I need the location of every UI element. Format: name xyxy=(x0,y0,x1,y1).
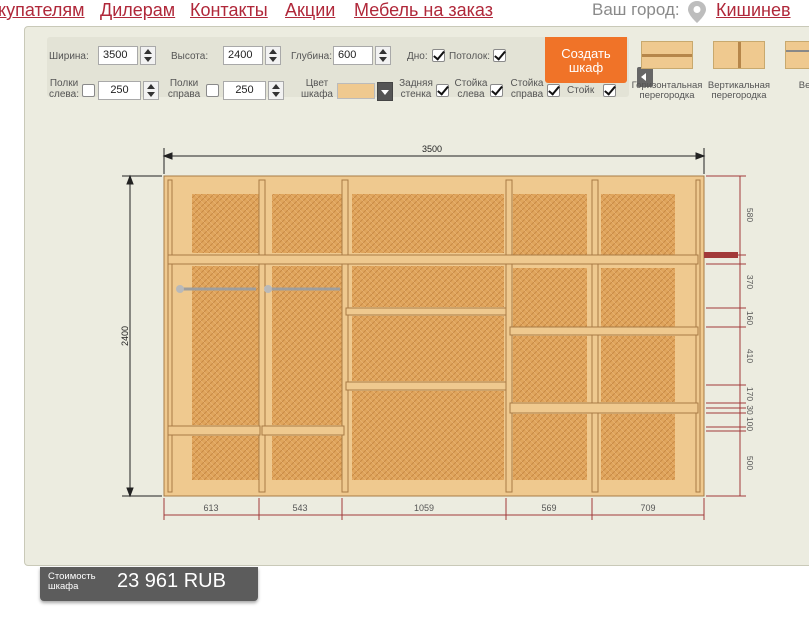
column-width-label: 1059 xyxy=(414,503,434,513)
price-label-line2: шкафа xyxy=(48,581,79,592)
price-panel: Стоимость шкафа 23 961 RUB xyxy=(40,567,258,601)
price-value: 23 961 RUB xyxy=(117,570,226,592)
dimension-right xyxy=(706,175,746,497)
column-width-label: 709 xyxy=(640,503,655,513)
price-label: Стоимость шкафа xyxy=(48,572,96,592)
shelf[interactable] xyxy=(509,326,699,336)
row-height-label: 500 xyxy=(745,456,755,470)
column-width-label: 613 xyxy=(203,503,218,513)
shelf[interactable] xyxy=(261,425,345,436)
back-panel[interactable] xyxy=(513,414,587,480)
column-width-label: 569 xyxy=(541,503,556,513)
row-height-label: 410 xyxy=(745,349,755,363)
shelf[interactable] xyxy=(167,425,261,436)
back-panel[interactable] xyxy=(601,336,675,402)
back-panel[interactable] xyxy=(352,391,504,480)
back-panel[interactable] xyxy=(272,436,342,480)
vertical-partition[interactable] xyxy=(695,179,701,493)
hanger-rail-end xyxy=(176,285,184,293)
wardrobe-drawing: 3500 2400 613 543 1059 569 709 580 370 1… xyxy=(120,144,755,520)
vertical-partition[interactable] xyxy=(505,179,513,493)
row-height-label: 30 xyxy=(745,405,755,415)
vertical-partition[interactable] xyxy=(258,179,266,493)
shelf[interactable] xyxy=(167,254,699,265)
row-height-label: 170 xyxy=(745,387,755,401)
row-height-label: 160 xyxy=(745,311,755,325)
overall-height-label: 2400 xyxy=(120,326,130,346)
row-height-label: 580 xyxy=(745,208,755,222)
back-panel[interactable] xyxy=(272,194,342,253)
back-panel[interactable] xyxy=(601,414,675,480)
back-panel[interactable] xyxy=(513,268,587,328)
column-width-label: 543 xyxy=(292,503,307,513)
back-panel[interactable] xyxy=(513,194,587,256)
shelf[interactable] xyxy=(509,402,699,414)
back-panel[interactable] xyxy=(601,194,675,256)
shelf[interactable] xyxy=(345,307,507,316)
overall-width-label: 3500 xyxy=(422,144,442,154)
back-panel[interactable] xyxy=(601,268,675,328)
shelf[interactable] xyxy=(345,381,507,391)
back-panel[interactable] xyxy=(352,194,504,253)
hanger-rail-end xyxy=(264,285,272,293)
row-height-label: 100 xyxy=(745,417,755,431)
back-panel[interactable] xyxy=(352,316,504,381)
row-height-label: 370 xyxy=(745,275,755,289)
vertical-partition[interactable] xyxy=(341,179,349,493)
back-panel[interactable] xyxy=(352,266,504,307)
vertical-partition[interactable] xyxy=(167,179,173,493)
back-panel[interactable] xyxy=(192,194,260,253)
back-panel[interactable] xyxy=(513,336,587,402)
vertical-partition[interactable] xyxy=(591,179,599,493)
back-panel[interactable] xyxy=(192,436,260,480)
